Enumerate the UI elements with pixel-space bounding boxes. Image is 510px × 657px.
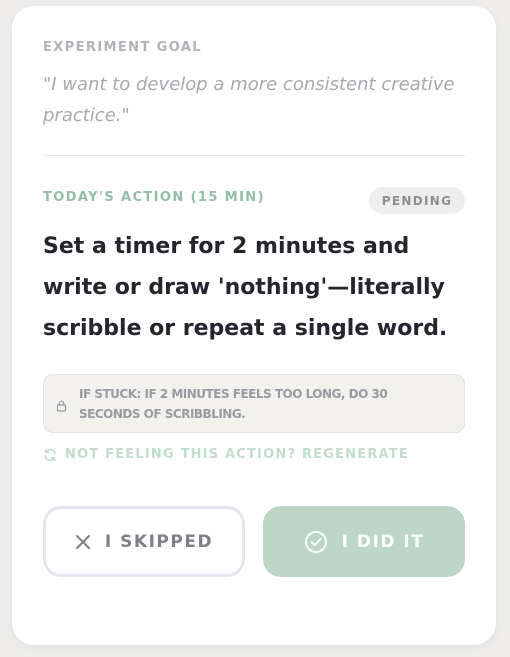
lock-icon [56, 397, 67, 416]
did-it-button-label: I DID IT [341, 531, 425, 552]
stuck-tip-text: IF STUCK: IF 2 MINUTES FEELS TOO LONG, D… [79, 387, 388, 421]
did-it-button[interactable]: I DID IT [263, 506, 465, 577]
action-text: Set a timer for 2 minutes and write or d… [43, 234, 448, 341]
skip-button-label: I SKIPPED [104, 531, 214, 552]
action-label: TODAY'S ACTION (15 MIN) [43, 190, 265, 205]
skip-button[interactable]: I SKIPPED [43, 506, 245, 577]
goal-quote: "I want to develop a more consistent cre… [43, 74, 455, 126]
experiment-card: EXPERIMENT GOAL "I want to develop a mor… [12, 6, 496, 645]
check-circle-icon [304, 530, 328, 554]
goal-label: EXPERIMENT GOAL [43, 40, 202, 55]
stuck-tip-box: IF STUCK: IF 2 MINUTES FEELS TOO LONG, D… [43, 374, 465, 433]
refresh-icon [43, 448, 57, 462]
regenerate-link[interactable]: NOT FEELING THIS ACTION? REGENERATE [43, 447, 409, 462]
status-badge: PENDING [369, 187, 465, 214]
divider [43, 155, 465, 156]
close-icon [75, 534, 91, 550]
regenerate-label: NOT FEELING THIS ACTION? REGENERATE [65, 447, 409, 462]
